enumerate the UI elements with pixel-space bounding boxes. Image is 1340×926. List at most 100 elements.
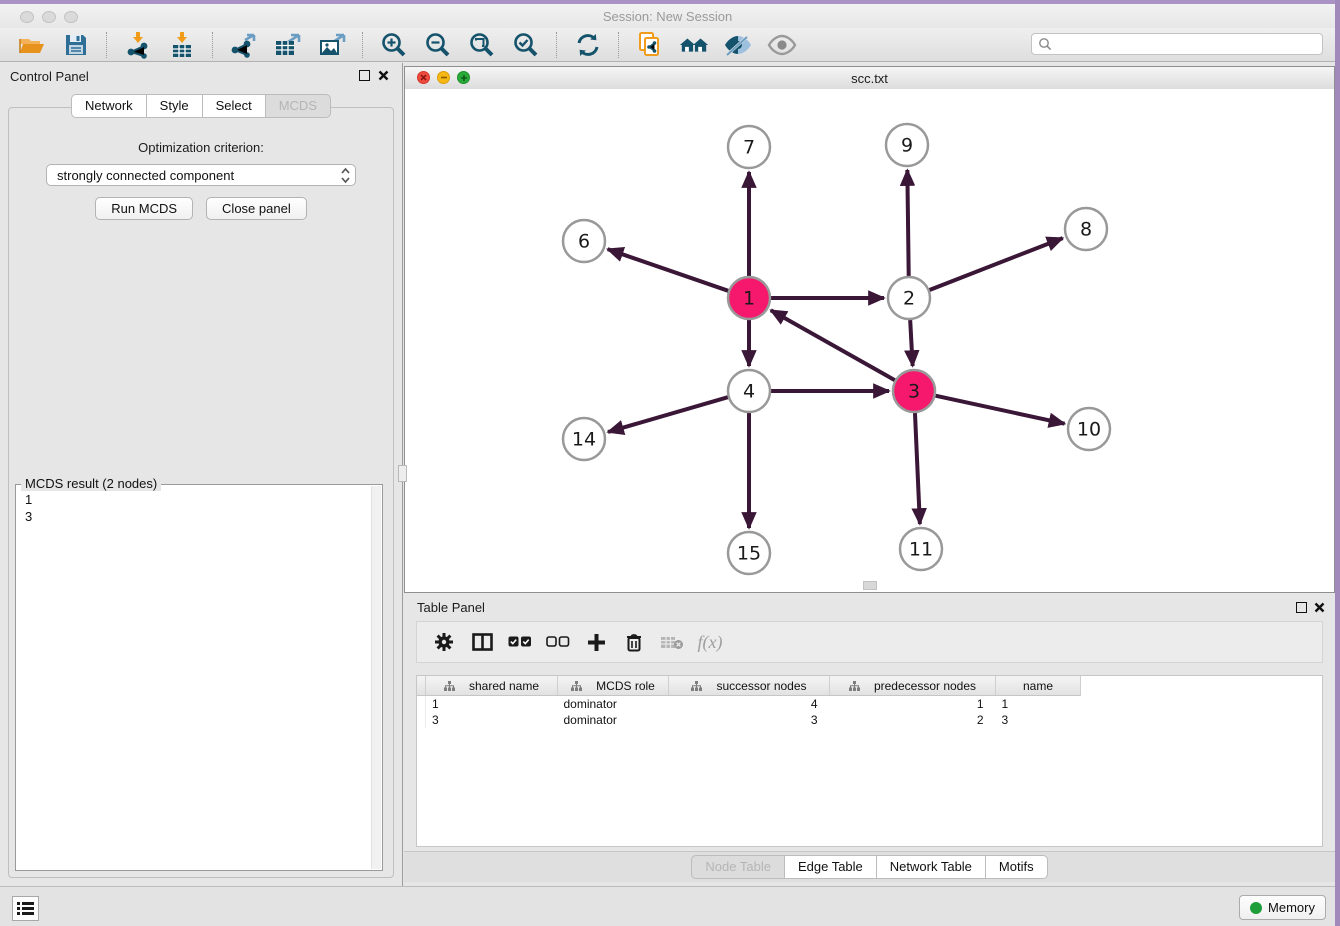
column-header-label: shared name (469, 679, 539, 693)
network-canvas[interactable]: 1 2 3 4 6 7 8 9 10 11 14 15 (405, 89, 1334, 592)
open-session-button[interactable] (17, 30, 47, 60)
tab-node-table[interactable]: Node Table (691, 855, 785, 879)
column-header-successor-nodes[interactable]: successor nodes (669, 676, 830, 696)
split-table-view-button[interactable] (467, 627, 497, 657)
svg-text:10: 10 (1077, 419, 1101, 441)
graph-edge-3-11[interactable] (915, 413, 920, 524)
add-column-button[interactable] (581, 627, 611, 657)
import-network-icon (125, 31, 151, 59)
refresh-view-button[interactable] (573, 30, 603, 60)
graph-edge-4-14[interactable] (608, 397, 728, 432)
zoom-out-button[interactable] (423, 30, 453, 60)
column-header-name[interactable]: name (996, 676, 1081, 696)
graph-node-3[interactable]: 3 (893, 370, 935, 412)
graph-node-1[interactable]: 1 (728, 277, 770, 319)
window-close-button[interactable] (20, 11, 34, 23)
graph-node-6[interactable]: 6 (563, 220, 605, 262)
table-cell[interactable]: 3 (996, 712, 1081, 728)
export-image-button[interactable] (317, 30, 347, 60)
export-network-button[interactable] (229, 30, 259, 60)
close-panel-button-inline[interactable]: Close panel (206, 197, 307, 220)
table-cell[interactable]: dominator (558, 696, 669, 713)
zoom-selected-button[interactable] (511, 30, 541, 60)
split-view-icon (472, 633, 493, 651)
network-minimize-button[interactable] (437, 71, 450, 84)
graph-node-15[interactable]: 15 (728, 532, 770, 574)
graph-node-7[interactable]: 7 (728, 126, 770, 168)
graph-node-10[interactable]: 10 (1068, 408, 1110, 450)
tab-select[interactable]: Select (203, 94, 266, 118)
delete-columns-button[interactable] (619, 627, 649, 657)
mcds-result-text[interactable]: 13 (16, 485, 382, 531)
table-cell[interactable]: dominator (558, 712, 669, 728)
table-row[interactable]: 1dominator411 (417, 696, 1081, 713)
tab-edge-table[interactable]: Edge Table (785, 855, 877, 879)
delete-table-button[interactable] (657, 627, 687, 657)
run-mcds-button[interactable]: Run MCDS (95, 197, 193, 220)
graph-node-14[interactable]: 14 (563, 418, 605, 460)
graph-edge-2-9[interactable] (907, 170, 908, 276)
graph-edge-3-1[interactable] (771, 310, 895, 380)
hide-view-button[interactable] (723, 30, 753, 60)
graph-edge-1-6[interactable] (608, 249, 729, 291)
tab-motifs[interactable]: Motifs (986, 855, 1048, 879)
graph-edge-2-3[interactable] (910, 320, 912, 366)
table-cell[interactable]: 2 (830, 712, 996, 728)
zoom-selected-icon (512, 31, 540, 59)
result-scrollbar[interactable] (371, 486, 381, 869)
graph-node-11[interactable]: 11 (900, 528, 942, 570)
zoom-in-button[interactable] (379, 30, 409, 60)
svg-text:14: 14 (572, 429, 596, 451)
desktop-edge-right (1335, 0, 1340, 926)
export-table-button[interactable] (273, 30, 303, 60)
show-unchecked-columns-button[interactable] (543, 627, 573, 657)
memory-button[interactable]: Memory (1239, 895, 1326, 920)
network-zoom-button[interactable] (457, 71, 470, 84)
import-network-button[interactable] (123, 30, 153, 60)
network-window-titlebar[interactable]: scc.txt (405, 67, 1334, 90)
show-view-button[interactable] (767, 30, 797, 60)
float-table-panel-button[interactable] (1296, 602, 1307, 613)
column-header-predecessor-nodes[interactable]: predecessor nodes (830, 676, 996, 696)
tab-network[interactable]: Network (71, 94, 147, 118)
panel-splitter-grip[interactable] (398, 465, 407, 482)
tab-network-table[interactable]: Network Table (877, 855, 986, 879)
table-cell[interactable]: 1 (996, 696, 1081, 713)
column-header-MCDS-role[interactable]: MCDS role (558, 676, 669, 696)
save-session-button[interactable] (61, 30, 91, 60)
show-checked-columns-button[interactable] (505, 627, 535, 657)
window-minimize-button[interactable] (42, 11, 56, 23)
tab-style[interactable]: Style (147, 94, 203, 118)
window-zoom-button[interactable] (64, 11, 78, 23)
graph-edge-3-10[interactable] (935, 396, 1064, 424)
close-table-panel-button[interactable] (1313, 601, 1326, 614)
table-cell[interactable]: 1 (830, 696, 996, 713)
mcds-result-title: MCDS result (2 nodes) (21, 476, 161, 491)
table-cell[interactable]: 4 (669, 696, 830, 713)
graph-node-2[interactable]: 2 (888, 277, 930, 319)
search-input[interactable] (1056, 36, 1322, 52)
horizontal-scrollbar-thumb[interactable] (863, 581, 877, 590)
table-row[interactable]: 3dominator323 (417, 712, 1081, 728)
function-builder-button[interactable]: f(x) (695, 627, 725, 657)
table-cell[interactable]: 1 (426, 696, 558, 713)
home-button[interactable] (679, 30, 709, 60)
graph-node-8[interactable]: 8 (1065, 208, 1107, 250)
table-cell[interactable]: 3 (669, 712, 830, 728)
graph-node-9[interactable]: 9 (886, 124, 928, 166)
import-table-button[interactable] (167, 30, 197, 60)
tab-mcds[interactable]: MCDS (266, 94, 331, 118)
float-panel-button[interactable] (359, 70, 370, 81)
share-to-ndex-button[interactable] (635, 30, 665, 60)
column-header-shared-name[interactable]: shared name (426, 676, 558, 696)
task-history-button[interactable] (12, 896, 39, 921)
fit-content-button[interactable] (467, 30, 497, 60)
close-panel-button[interactable] (377, 69, 390, 82)
graph-node-4[interactable]: 4 (728, 370, 770, 412)
network-close-button[interactable] (417, 71, 430, 84)
table-cell[interactable]: 3 (426, 712, 558, 728)
mcds-result-line: 3 (25, 508, 373, 525)
graph-edge-2-8[interactable] (929, 238, 1062, 290)
table-settings-button[interactable] (429, 627, 459, 657)
criterion-dropdown[interactable]: strongly connected component (46, 164, 356, 186)
